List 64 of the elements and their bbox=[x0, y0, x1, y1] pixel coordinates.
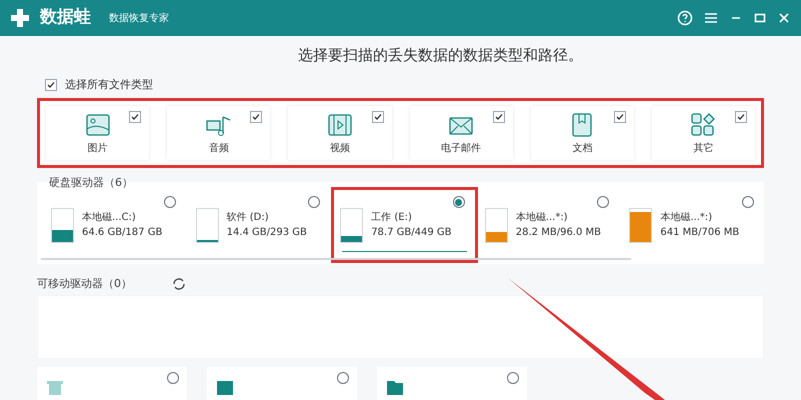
drive-icon bbox=[340, 208, 364, 242]
drive-item[interactable]: 本地磁...*:) 641 MB/706 MB bbox=[623, 190, 764, 260]
drive-icon bbox=[484, 208, 508, 242]
file-type-card[interactable]: 其它 bbox=[652, 106, 756, 160]
monitor-icon bbox=[217, 380, 233, 394]
file-type-label: 音频 bbox=[208, 142, 229, 156]
help-icon[interactable] bbox=[677, 10, 693, 26]
folder-icon bbox=[387, 380, 403, 394]
select-all-label: 选择所有文件类型 bbox=[65, 76, 153, 92]
drive-icon bbox=[196, 208, 219, 242]
file-type-label: 电子邮件 bbox=[441, 142, 482, 156]
drive-name: 软件 (D:) bbox=[226, 211, 270, 225]
radio-button[interactable] bbox=[167, 372, 179, 384]
app-name: 数据蛙 bbox=[40, 6, 91, 30]
drive-size: 78.7 GB/449 GB bbox=[371, 226, 452, 240]
radio-button[interactable] bbox=[452, 196, 465, 208]
select-all-checkbox[interactable] bbox=[45, 78, 57, 91]
checkbox[interactable] bbox=[614, 111, 626, 123]
radio-button[interactable] bbox=[742, 196, 754, 208]
maximize-icon[interactable] bbox=[753, 11, 767, 25]
location-card[interactable] bbox=[207, 366, 357, 400]
checkbox[interactable] bbox=[250, 111, 262, 123]
file-type-card[interactable]: 文档 bbox=[530, 106, 634, 160]
drive-item[interactable]: 软件 (D:) 14.4 GB/293 GB bbox=[190, 190, 330, 260]
radio-button[interactable] bbox=[164, 196, 176, 208]
drive-name: 本地磁...*:) bbox=[516, 210, 569, 225]
app-subtitle: 数据恢复专家 bbox=[109, 12, 169, 26]
plus-logo-icon bbox=[10, 8, 30, 28]
heading: 选择要扫描的丢失数据的数据类型和路径。 bbox=[297, 45, 584, 66]
refresh-icon[interactable] bbox=[172, 277, 186, 292]
drive-size: 64.6 GB/187 GB bbox=[82, 226, 162, 240]
drive-item[interactable]: 工作 (E:) 78.7 GB/449 GB bbox=[334, 190, 475, 260]
checkbox[interactable] bbox=[735, 111, 748, 123]
radio-button[interactable] bbox=[597, 196, 610, 208]
drive-icon bbox=[629, 208, 652, 242]
file-type-card[interactable]: 视频 bbox=[288, 106, 392, 160]
radio-button[interactable] bbox=[308, 196, 320, 208]
drive-name: 工作 (E:) bbox=[371, 211, 413, 225]
drive-name: 本地磁...*:) bbox=[660, 210, 714, 225]
file-type-label: 其它 bbox=[693, 142, 714, 156]
file-type-card[interactable]: 音频 bbox=[167, 106, 270, 160]
section-title: 硬盘驱动器（6） bbox=[49, 175, 133, 191]
location-card[interactable] bbox=[377, 366, 527, 400]
radio-button[interactable] bbox=[337, 372, 349, 384]
file-type-label: 视频 bbox=[330, 142, 350, 156]
file-type-card[interactable]: 电子邮件 bbox=[410, 106, 513, 160]
file-type-card[interactable]: 图片 bbox=[46, 106, 150, 160]
drive-size: 28.2 MB/96.0 MB bbox=[516, 226, 602, 240]
file-type-label: 文档 bbox=[572, 142, 592, 156]
radio-button[interactable] bbox=[507, 372, 519, 384]
drive-icon bbox=[51, 208, 74, 242]
checkbox[interactable] bbox=[129, 111, 142, 123]
checkbox[interactable] bbox=[372, 111, 384, 123]
close-icon[interactable] bbox=[777, 11, 791, 25]
checkbox[interactable] bbox=[492, 111, 505, 123]
drive-size: 641 MB/706 MB bbox=[660, 226, 740, 240]
drive-item[interactable]: 本地磁...C:) 64.6 GB/187 GB bbox=[45, 190, 186, 260]
drive-size: 14.4 GB/293 GB bbox=[226, 226, 307, 240]
section-title: 可移动驱动器（0） bbox=[37, 276, 132, 292]
file-type-label: 图片 bbox=[88, 142, 108, 156]
trash-icon bbox=[47, 380, 63, 394]
grid-icon bbox=[689, 110, 718, 138]
drive-name: 本地磁...C:) bbox=[82, 210, 137, 225]
drive-item[interactable]: 本地磁...*:) 28.2 MB/96.0 MB bbox=[478, 190, 620, 260]
